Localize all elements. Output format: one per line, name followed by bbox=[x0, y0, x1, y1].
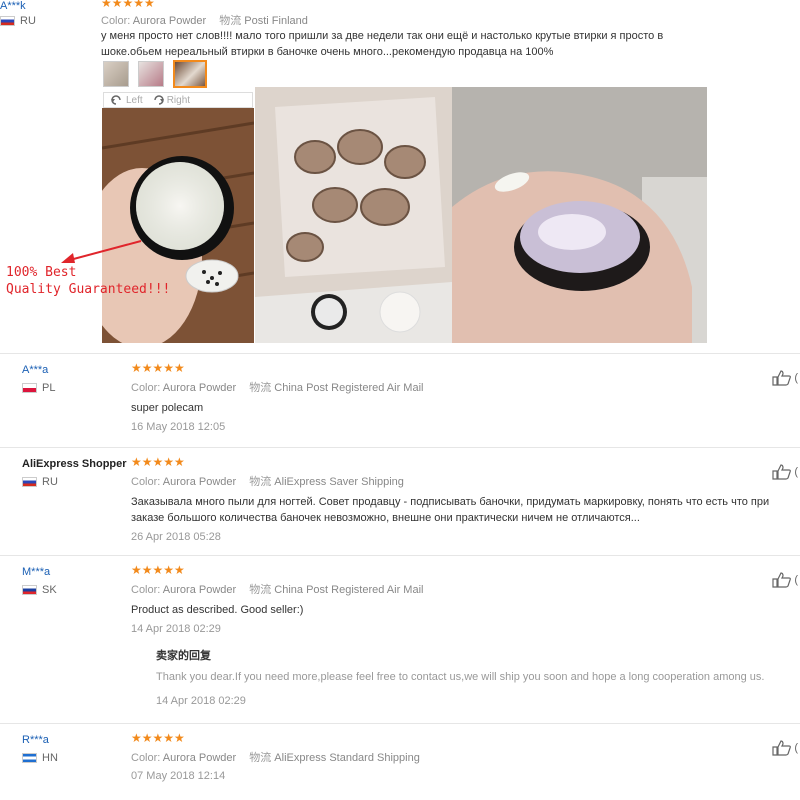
review-date: 26 Apr 2018 05:28 bbox=[131, 531, 221, 543]
photo-thumbnails bbox=[103, 60, 207, 88]
seller-reply: 卖家的回复 Thank you dear.If you need more,pl… bbox=[156, 647, 796, 707]
color-label: Color: bbox=[131, 476, 161, 488]
flag-sk-icon bbox=[22, 585, 37, 595]
jars-in-bag-image bbox=[255, 87, 452, 343]
shipping-value: China Post Registered Air Mail bbox=[274, 382, 424, 394]
promo-line-1: 100% Best bbox=[6, 265, 77, 280]
review-meta: Color: Aurora Powder 物流 AliExpress Stand… bbox=[131, 749, 796, 765]
review-item: R***a HN ★★★★★ Color: Aurora Powder 物流 A… bbox=[0, 723, 800, 800]
flag-ru-icon bbox=[0, 16, 15, 26]
country-code: HN bbox=[42, 752, 58, 764]
rotate-left-icon bbox=[111, 95, 121, 105]
country-code: SK bbox=[42, 584, 57, 596]
shipping-value: Posti Finland bbox=[244, 15, 308, 27]
color-value: Aurora Powder bbox=[162, 476, 237, 488]
review-item: A***a PL ★★★★★ Color: Aurora Powder 物流 C… bbox=[0, 353, 800, 447]
reviewer-name[interactable]: M***a bbox=[22, 566, 132, 578]
shipping-label: 物流 bbox=[219, 15, 242, 27]
shipping-label: 物流 bbox=[249, 752, 272, 764]
shipping-label: 物流 bbox=[249, 382, 272, 394]
flag-ru-icon bbox=[22, 477, 37, 487]
reviewer-name[interactable]: A***k bbox=[0, 0, 26, 12]
seller-reply-title: 卖家的回复 bbox=[156, 650, 211, 662]
jar-in-hand-image bbox=[102, 108, 254, 343]
promo-text: 100% Best Quality Guaranteed!!! bbox=[6, 240, 171, 298]
star-rating: ★★★★★ bbox=[131, 731, 185, 745]
review-text: у меня просто нет слов!!!! мало того при… bbox=[101, 30, 664, 58]
rotate-left-button[interactable]: Left bbox=[110, 94, 143, 106]
rotate-right-button[interactable]: Right bbox=[151, 94, 190, 106]
review-text: Product as described. Good seller:) bbox=[131, 604, 304, 616]
review-date: 07 May 2018 12:14 bbox=[131, 770, 226, 782]
star-rating: ★★★★★ bbox=[131, 563, 185, 577]
review-photo-1[interactable] bbox=[102, 108, 254, 343]
country: HN bbox=[22, 752, 132, 764]
review-date: 14 Apr 2018 02:29 bbox=[131, 623, 221, 635]
review-photo-3[interactable] bbox=[452, 87, 707, 343]
arrow-icon bbox=[61, 240, 142, 263]
shipping-label: 物流 bbox=[249, 584, 272, 596]
promo-line-2: Quality Guaranteed!!! bbox=[6, 282, 171, 297]
color-value: Aurora Powder bbox=[162, 752, 237, 764]
country-code: RU bbox=[20, 15, 36, 27]
color-value: Aurora Powder bbox=[132, 15, 207, 27]
rotate-right-label: Right bbox=[166, 94, 191, 106]
thumbnail-2[interactable] bbox=[138, 61, 164, 87]
rotate-controls: Left Right bbox=[103, 92, 253, 108]
thumbnail-3-selected[interactable] bbox=[173, 60, 207, 88]
review-item: AliExpress Shopper RU ★★★★★ Color: Auror… bbox=[0, 447, 800, 555]
review-meta: Color: Aurora Powder 物流 China Post Regis… bbox=[131, 581, 796, 597]
reviewer-name[interactable]: AliExpress Shopper bbox=[22, 458, 132, 470]
like-count: ( bbox=[794, 742, 798, 754]
seller-reply-text: Thank you dear.If you need more,please f… bbox=[156, 671, 765, 683]
color-label: Color: bbox=[101, 15, 131, 27]
review-meta: Color: Aurora Powder 物流 China Post Regis… bbox=[131, 379, 796, 395]
flag-hn-icon bbox=[22, 753, 37, 763]
shipping-value: AliExpress Standard Shipping bbox=[274, 752, 420, 764]
star-rating: ★★★★★ bbox=[131, 361, 185, 375]
country: SK bbox=[22, 584, 132, 596]
seller-reply-date: 14 Apr 2018 02:29 bbox=[156, 695, 246, 707]
review-text: Заказывала много пыли для ногтей. Совет … bbox=[131, 496, 770, 524]
color-label: Color: bbox=[131, 382, 161, 394]
review-meta: Color: Aurora Powder 物流 Posti Finland bbox=[101, 12, 318, 28]
reviewer-name[interactable]: R***a bbox=[22, 734, 132, 746]
like-button[interactable]: ( bbox=[772, 370, 798, 386]
thumbs-up-icon bbox=[772, 572, 792, 588]
color-label: Color: bbox=[131, 752, 161, 764]
like-button[interactable]: ( bbox=[772, 740, 798, 756]
shipping-value: China Post Registered Air Mail bbox=[274, 584, 424, 596]
color-value: Aurora Powder bbox=[162, 584, 237, 596]
country: RU bbox=[22, 476, 132, 488]
country-code: PL bbox=[42, 382, 56, 394]
review-meta: Color: Aurora Powder 物流 AliExpress Saver… bbox=[131, 473, 796, 489]
review-item: M***a SK ★★★★★ Color: Aurora Powder 物流 C… bbox=[0, 555, 800, 723]
thumbs-up-icon bbox=[772, 740, 792, 756]
jar-held-image bbox=[452, 87, 707, 343]
thumbnail-1[interactable] bbox=[103, 61, 129, 87]
reviewer-name[interactable]: A***a bbox=[22, 364, 132, 376]
color-label: Color: bbox=[131, 584, 161, 596]
rotate-left-label: Left bbox=[126, 94, 143, 106]
thumbs-up-icon bbox=[772, 464, 792, 480]
review-date: 16 May 2018 12:05 bbox=[131, 421, 226, 433]
like-count: ( bbox=[794, 574, 798, 586]
star-rating: ★★★★★ bbox=[131, 455, 185, 469]
like-button[interactable]: ( bbox=[772, 572, 798, 588]
review-photo-2[interactable] bbox=[255, 87, 452, 343]
like-count: ( bbox=[794, 372, 798, 384]
country: RU bbox=[0, 15, 36, 27]
rotate-right-icon bbox=[153, 95, 164, 105]
thumbs-up-icon bbox=[772, 370, 792, 386]
country: PL bbox=[22, 382, 132, 394]
star-rating: ★★★★★ bbox=[101, 0, 155, 10]
flag-pl-icon bbox=[22, 383, 37, 393]
country-code: RU bbox=[42, 476, 58, 488]
shipping-label: 物流 bbox=[249, 476, 272, 488]
like-button[interactable]: ( bbox=[772, 464, 798, 480]
color-value: Aurora Powder bbox=[162, 382, 237, 394]
review-text: super polecam bbox=[131, 402, 204, 414]
like-count: ( bbox=[794, 466, 798, 478]
shipping-value: AliExpress Saver Shipping bbox=[274, 476, 404, 488]
